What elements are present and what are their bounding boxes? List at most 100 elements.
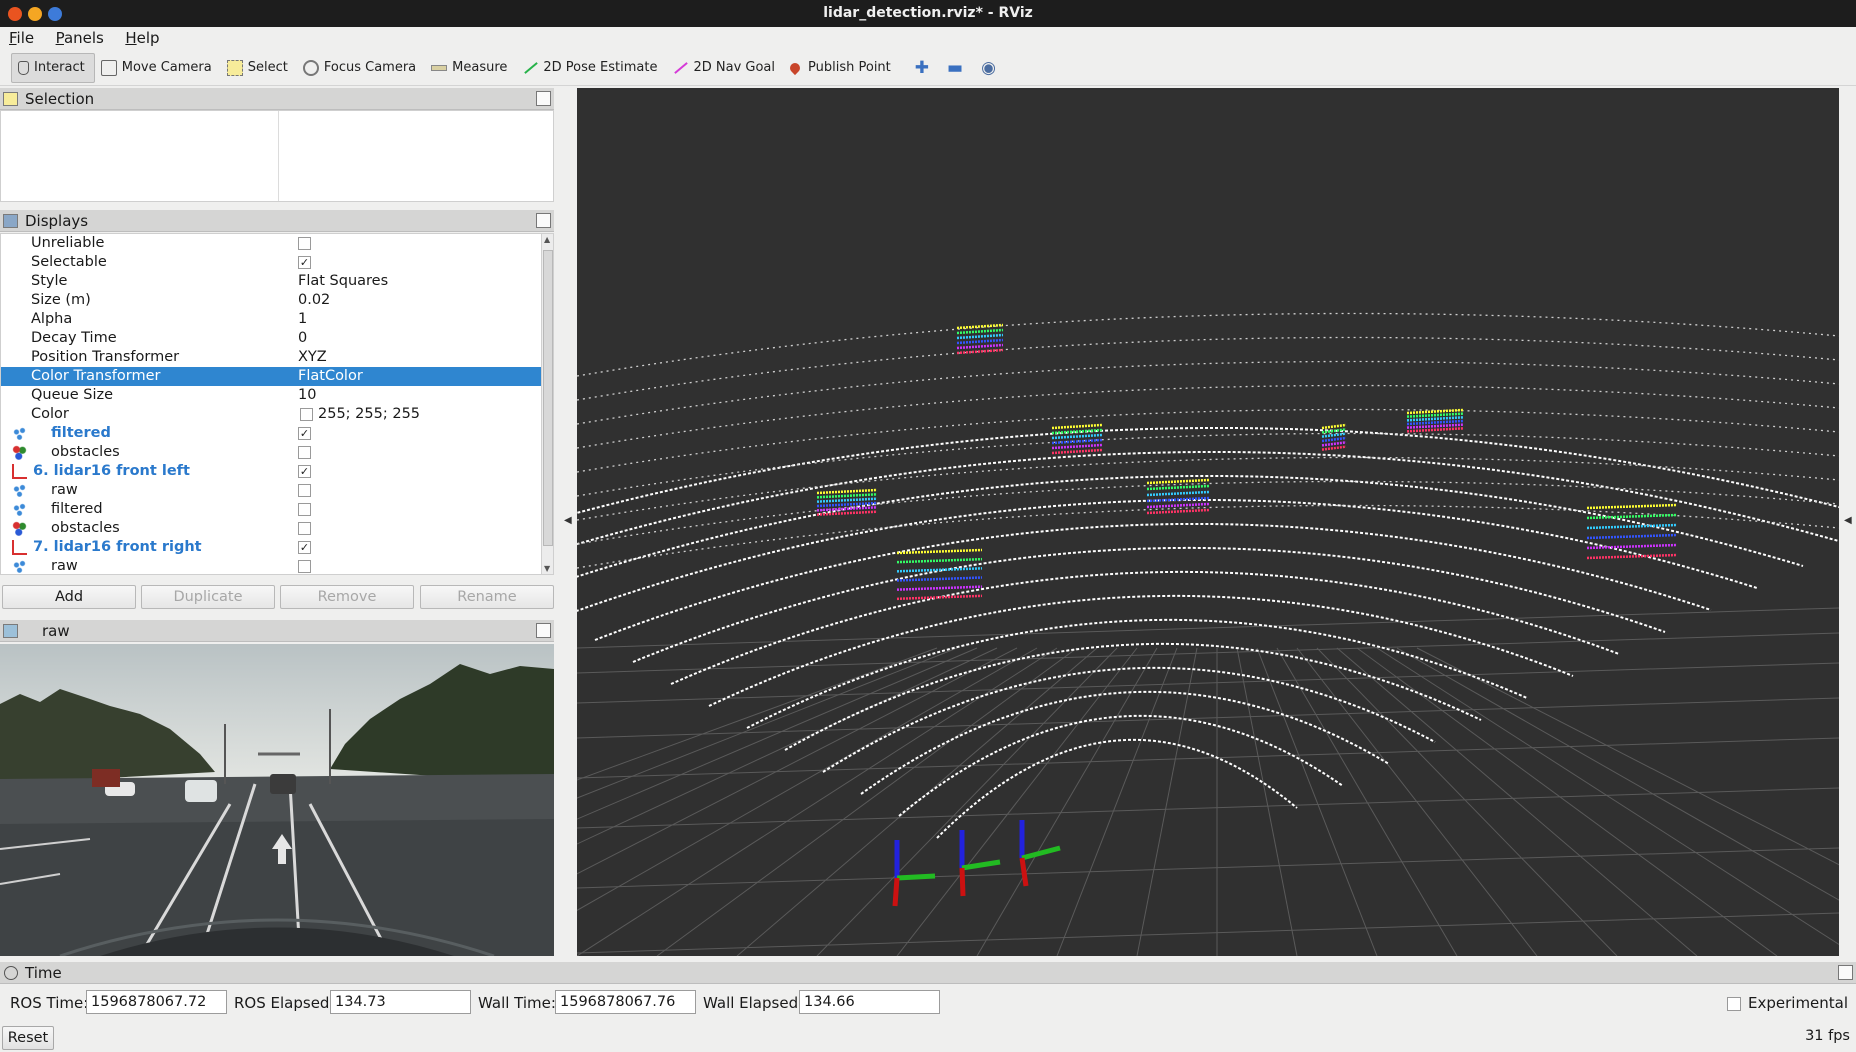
menu-panels[interactable]: Panels [47,27,112,49]
obstacles-checkbox[interactable] [298,446,311,459]
property-row-decay-time[interactable]: Decay Time 0 [1,329,541,348]
property-row-alpha[interactable]: Alpha 1 [1,310,541,329]
color-swatch[interactable] [300,408,313,421]
measure-tool-button[interactable]: Measure [425,53,516,83]
display-group-lidar16-front-left[interactable]: 6. lidar16 front left ✓ [1,462,541,481]
style-value[interactable]: Flat Squares [298,272,388,291]
cluster-scan-line [816,510,878,516]
far-scan-line [577,312,1839,377]
property-row-unreliable[interactable]: Unreliable [1,234,541,253]
property-row-color-transformer[interactable]: Color Transformer FlatColor [1,367,541,386]
displays-panel-close-button[interactable] [536,213,551,228]
focus-camera-tool-button[interactable]: Focus Camera [297,53,425,83]
queue-size-value[interactable]: 10 [298,386,316,405]
display-group-lidar16-front-right[interactable]: 7. lidar16 front right ✓ [1,538,541,557]
cluster-far-left [956,323,1004,355]
3d-render-view[interactable] [577,88,1839,956]
menu-file[interactable]: File [0,27,42,49]
rename-display-button[interactable]: Rename [420,585,554,609]
pose-arrow-icon [522,60,538,76]
close-window-button[interactable] [8,7,22,21]
scroll-down-arrow-icon[interactable]: ▼ [544,564,550,573]
display-row-filtered[interactable]: filtered ✓ [1,424,541,443]
pose-estimate-tool-button[interactable]: 2D Pose Estimate [516,53,666,83]
alpha-value[interactable]: 1 [298,310,307,329]
select-tool-button[interactable]: Select [221,53,297,83]
size-value[interactable]: 0.02 [298,291,330,310]
ground-grid [577,607,1839,956]
minimize-window-button[interactable] [28,7,42,21]
selection-panel-header: Selection [0,88,554,110]
experimental-checkbox[interactable] [1727,997,1741,1011]
wall-elapsed-field[interactable]: 134.66 [799,990,940,1014]
unreliable-checkbox[interactable] [298,237,311,250]
reset-button[interactable]: Reset [2,1026,54,1050]
remove-display-button[interactable]: Remove [280,585,414,609]
property-row-queue-size[interactable]: Queue Size 10 [1,386,541,405]
lidar-scene[interactable] [577,88,1839,956]
color-value[interactable]: 255; 255; 255 [318,405,420,424]
property-row-color[interactable]: Color 255; 255; 255 [1,405,541,424]
raw-checkbox[interactable] [298,560,311,573]
cluster-scan-line [1051,433,1103,440]
property-row-selectable[interactable]: Selectable ✓ [1,253,541,272]
nav-goal-tool-button[interactable]: 2D Nav Goal [666,53,784,83]
tf-frame-axes [959,830,1001,897]
lidar16-front-left-checkbox[interactable]: ✓ [298,465,311,478]
cluster-scan-line [1586,533,1678,540]
obstacles-checkbox[interactable] [298,522,311,535]
collapse-left-dock-icon[interactable]: ◀ [564,515,572,526]
cluster-scan-line [1321,436,1347,443]
duplicate-display-button[interactable]: Duplicate [141,585,275,609]
filtered-checkbox[interactable] [298,503,311,516]
display-row-obstacles[interactable]: obstacles [1,519,541,538]
cluster-scan-line [896,576,983,582]
cluster-scan-line [1406,419,1464,426]
property-label: Decay Time [31,330,117,346]
raw-checkbox[interactable] [298,484,311,497]
scroll-up-arrow-icon[interactable]: ▲ [544,235,550,244]
selectable-checkbox[interactable]: ✓ [298,256,311,269]
time-panel-close-button[interactable] [1838,965,1853,980]
cluster-scan-line [1051,448,1103,455]
selection-panel-close-button[interactable] [536,91,551,106]
position-transformer-value[interactable]: XYZ [298,348,327,367]
cluster-center [1051,423,1103,455]
scrollbar-thumb[interactable] [543,250,553,546]
display-row-raw[interactable]: raw [1,481,541,500]
add-tool-plus-icon[interactable]: ✚ [906,58,938,78]
publish-point-tool-label: Publish Point [808,60,891,75]
maximize-window-button[interactable] [48,7,62,21]
display-row-filtered[interactable]: filtered [1,500,541,519]
add-display-button[interactable]: Add [2,585,136,609]
interact-tool-button[interactable]: Interact [11,52,95,83]
selection-column-divider[interactable] [278,111,279,201]
property-row-size[interactable]: Size (m) 0.02 [1,291,541,310]
move-camera-tool-button[interactable]: Move Camera [95,53,221,83]
grid-line [1236,647,1298,956]
color-transformer-value[interactable]: FlatColor [298,367,363,386]
tool-properties-eye-icon[interactable]: ◉ [972,58,1005,78]
cluster-scan-line [1586,553,1678,560]
publish-point-tool-button[interactable]: Publish Point [784,53,900,83]
grid-line [1276,647,1458,956]
displays-scrollbar[interactable]: ▲ ▼ [541,234,553,574]
decay-time-value[interactable]: 0 [298,329,307,348]
property-label: Queue Size [31,387,114,403]
collapse-right-dock-icon[interactable]: ◀ [1844,515,1852,526]
menu-help[interactable]: Help [116,27,167,49]
display-label: filtered [51,425,111,441]
selection-panel-icon [3,92,18,106]
wall-time-field[interactable]: 1596878067.76 [555,990,696,1014]
filtered-checkbox[interactable]: ✓ [298,427,311,440]
ros-time-field[interactable]: 1596878067.72 [86,990,227,1014]
ros-elapsed-field[interactable]: 134.73 [330,990,471,1014]
lidar16-front-right-checkbox[interactable]: ✓ [298,541,311,554]
point-cloud-icon [12,559,27,574]
remove-tool-minus-icon[interactable]: ▬ [938,58,972,78]
property-row-position-transformer[interactable]: Position Transformer XYZ [1,348,541,367]
property-row-style[interactable]: Style Flat Squares [1,272,541,291]
image-panel-close-button[interactable] [536,623,551,638]
display-row-obstacles[interactable]: obstacles [1,443,541,462]
display-row-raw[interactable]: raw [1,557,541,574]
